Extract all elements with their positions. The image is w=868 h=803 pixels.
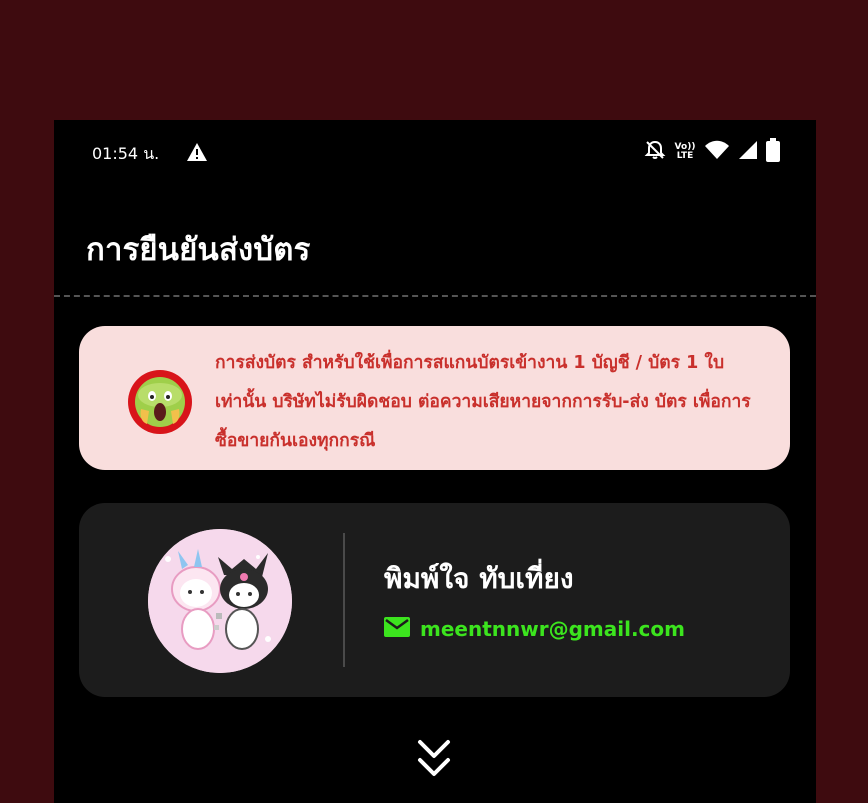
profile-email: meentnnwr@gmail.com (420, 617, 685, 641)
notice-text: การส่งบัตร สำหรับใช้เพื่อการสแกนบัตรเข้า… (215, 353, 751, 451)
bell-off-icon (644, 139, 666, 165)
avatar (148, 529, 292, 673)
phone-screen: 01:54 น. Vo)) LTE การยืนยันส่งบัตร การส่… (54, 120, 816, 803)
page-title: การยืนยันส่งบัตร (86, 232, 311, 268)
volte-bottom: LTE (676, 151, 694, 161)
volte-icon: Vo)) LTE (674, 143, 696, 161)
status-time: 01:54 น. (92, 144, 160, 163)
profile-card: พิมพ์ใจ ทับเที่ยง meentnnwr@gmail.com (79, 503, 790, 697)
warning-notice: การส่งบัตร สำหรับใช้เพื่อการสแกนบัตรเข้า… (79, 326, 790, 470)
expand-button[interactable] (416, 738, 452, 782)
divider (54, 295, 816, 297)
vertical-separator (343, 533, 345, 667)
profile-name: พิมพ์ใจ ทับเที่ยง (384, 562, 574, 595)
email-row: meentnnwr@gmail.com (384, 617, 685, 641)
wifi-icon (704, 140, 730, 164)
status-icons: Vo)) LTE (644, 138, 780, 166)
chevrons-down-icon (416, 740, 452, 786)
status-bar: 01:54 น. Vo)) LTE (54, 120, 816, 184)
scream-emoji-icon (127, 369, 193, 435)
battery-icon (766, 138, 780, 166)
mail-icon (384, 617, 410, 641)
warning-icon (186, 142, 208, 166)
signal-icon (738, 140, 758, 164)
